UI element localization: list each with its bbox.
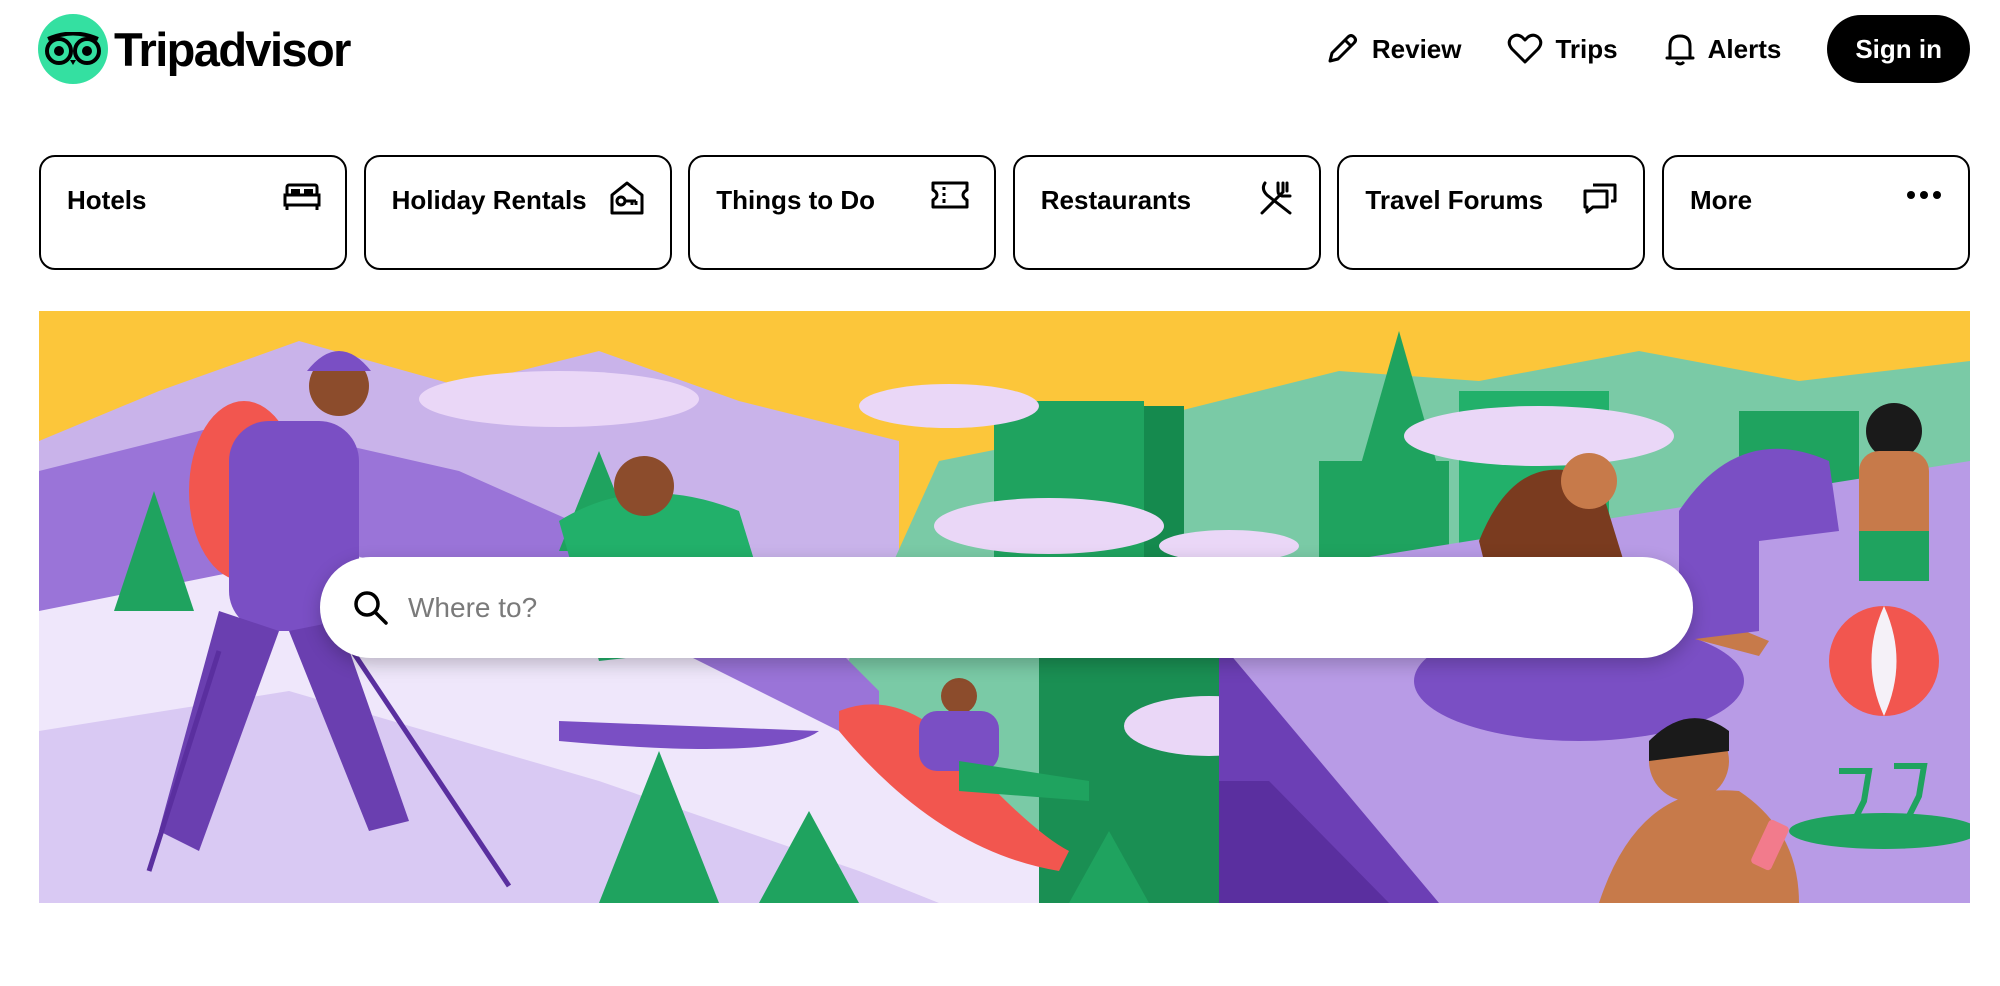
- tripadvisor-logo[interactable]: Tripadvisor: [38, 14, 351, 84]
- category-label: Holiday Rentals: [391, 185, 587, 215]
- search-bar[interactable]: [320, 557, 1693, 658]
- pencil-icon: [1328, 34, 1357, 63]
- heart-icon: [1508, 33, 1543, 64]
- search-input[interactable]: [408, 591, 1608, 624]
- review-link[interactable]: Review: [1324, 31, 1462, 67]
- alerts-label: Alerts: [1707, 33, 1782, 64]
- alerts-link[interactable]: Alerts: [1664, 31, 1782, 67]
- bed-icon: [283, 183, 321, 210]
- category-label: Restaurants: [1040, 185, 1192, 215]
- header-nav: Review Trips Alerts Sign in: [1324, 15, 1970, 83]
- owl-logo-icon: [38, 14, 108, 84]
- trips-label: Trips: [1555, 33, 1618, 64]
- review-label: Review: [1371, 33, 1462, 64]
- category-nav: Hotels Holiday Rentals Things to Do Rest…: [39, 155, 1970, 270]
- site-header: Tripadvisor Review Trips Alerts Sign in: [0, 0, 2000, 100]
- search-icon: [354, 590, 388, 625]
- trips-link[interactable]: Trips: [1507, 32, 1618, 66]
- more-dots-icon: [1906, 191, 1941, 199]
- bell-icon: [1665, 34, 1695, 66]
- category-holiday-rentals[interactable]: Holiday Rentals: [363, 155, 672, 270]
- category-things-to-do[interactable]: Things to Do: [688, 155, 997, 270]
- category-label: Things to Do: [716, 185, 876, 215]
- house-key-icon: [610, 181, 644, 215]
- category-more[interactable]: More: [1661, 155, 1970, 270]
- category-travel-forums[interactable]: Travel Forums: [1337, 155, 1646, 270]
- category-label: Hotels: [67, 185, 147, 215]
- sign-in-button[interactable]: Sign in: [1827, 15, 1970, 83]
- category-label: Travel Forums: [1365, 185, 1544, 215]
- logo-wordmark: Tripadvisor: [114, 22, 351, 76]
- category-restaurants[interactable]: Restaurants: [1012, 155, 1321, 270]
- category-label: More: [1689, 185, 1753, 215]
- fork-knife-icon: [1260, 181, 1292, 215]
- category-hotels[interactable]: Hotels: [39, 155, 347, 270]
- ticket-icon: [931, 181, 969, 209]
- chat-bubbles-icon: [1583, 183, 1617, 214]
